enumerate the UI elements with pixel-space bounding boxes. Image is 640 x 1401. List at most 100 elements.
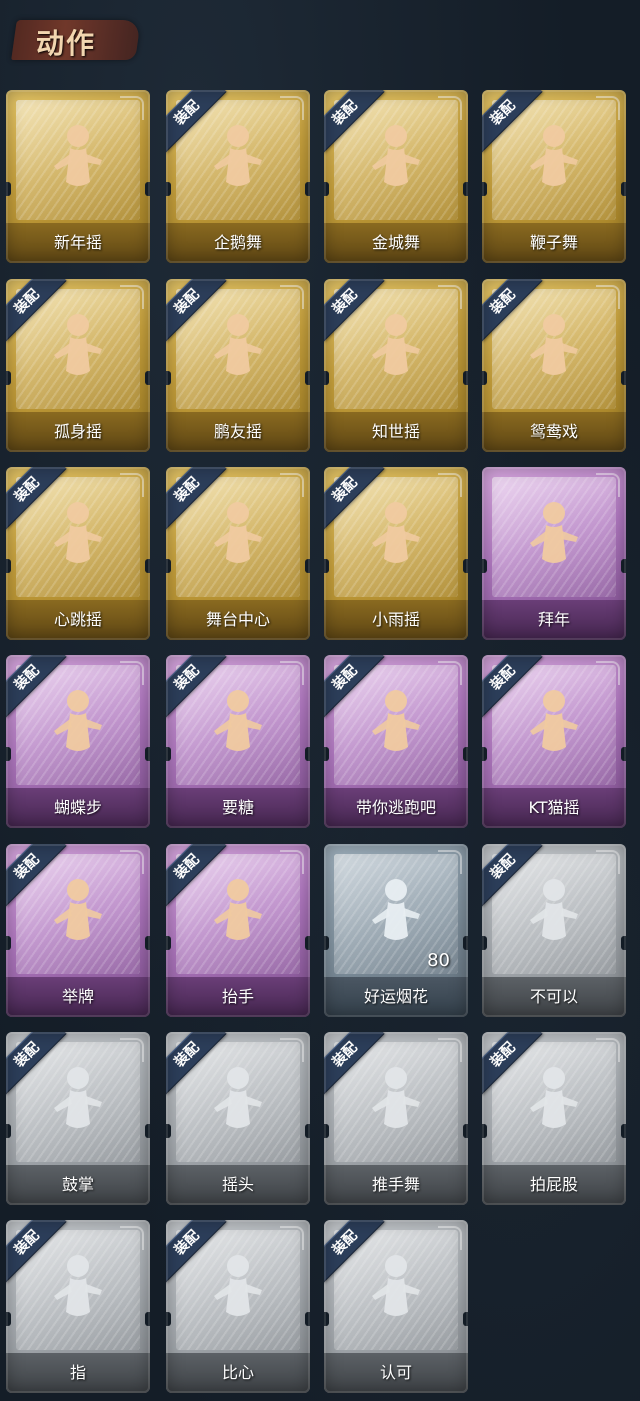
card-side-notch (305, 182, 310, 196)
emote-name: 指 (69, 1363, 86, 1382)
emote-card[interactable]: 舞台中心 装配 (166, 467, 310, 640)
emote-card[interactable]: 要糖 装配 (166, 655, 310, 828)
dance-figure-icon (214, 879, 262, 940)
corner-ornament (120, 661, 144, 685)
emote-card[interactable]: 蝴蝶步 装配 (6, 655, 150, 828)
card-side-notch (324, 1124, 329, 1138)
dance-figure-icon (214, 314, 262, 375)
emote-card[interactable]: 比心 装配 (166, 1220, 310, 1393)
emote-name: 新年摇 (53, 233, 102, 252)
emote-card[interactable]: 心跳摇 装配 (6, 467, 150, 640)
dance-figure-icon (54, 314, 102, 375)
emote-card[interactable]: 鸳鸯戏 装配 (482, 279, 626, 452)
dance-figure-icon (54, 1067, 102, 1128)
card-side-notch (324, 371, 329, 385)
dance-figure-icon (372, 1067, 420, 1128)
corner-ornament (596, 850, 620, 874)
corner-ornament (596, 661, 620, 685)
card-side-notch (145, 1312, 150, 1326)
card-side-notch (6, 371, 11, 385)
dance-figure-icon (372, 314, 420, 375)
card-side-notch (463, 747, 468, 761)
card-side-notch (324, 747, 329, 761)
card-side-notch (6, 182, 11, 196)
card-side-notch (305, 559, 310, 573)
emote-card[interactable]: 指装配 (6, 1220, 150, 1393)
emote-card[interactable]: 新年摇 (6, 90, 150, 263)
emote-card[interactable]: 知世摇 装配 (324, 279, 468, 452)
card-side-notch (621, 559, 626, 573)
card-side-notch (482, 936, 487, 950)
card-side-notch (166, 559, 171, 573)
card-side-notch (305, 747, 310, 761)
section-header: 动作 (11, 14, 141, 66)
emote-name: 孤身摇 (53, 422, 102, 441)
emote-name: 比心 (221, 1363, 254, 1382)
emote-card[interactable]: 推手舞 装配 (324, 1032, 468, 1205)
emote-card[interactable]: 拜年 (482, 467, 626, 640)
card-side-notch (621, 1124, 626, 1138)
corner-ornament (438, 96, 462, 120)
card-side-notch (324, 936, 329, 950)
emote-grid: 新年摇 企鹅舞 装配 金城舞 装配 鞭子舞 装配孤身摇 装配 鹏友摇 装配 知世摇 装配 鸳鸯戏 装配心跳… (6, 90, 640, 1401)
emote-name: 认可 (379, 1363, 412, 1382)
card-side-notch (6, 747, 11, 761)
emote-card[interactable]: 鼓掌 装配 (6, 1032, 150, 1205)
dance-figure-icon (530, 502, 578, 563)
emote-name: KT猫摇 (528, 798, 580, 817)
card-side-notch (324, 1312, 329, 1326)
card-side-notch (166, 182, 171, 196)
emote-card[interactable]: 带你逃跑吧 装配 (324, 655, 468, 828)
dance-figure-icon (530, 690, 578, 751)
corner-ornament (280, 96, 304, 120)
card-side-notch (482, 371, 487, 385)
emote-card[interactable]: 抬手 装配 (166, 844, 310, 1017)
emote-card[interactable]: 拍屁股 装配 (482, 1032, 626, 1205)
corner-ornament (280, 1038, 304, 1062)
card-side-notch (621, 747, 626, 761)
emote-name: 小雨摇 (371, 610, 420, 629)
corner-ornament (120, 850, 144, 874)
dance-figure-icon (54, 690, 102, 751)
corner-ornament (438, 1226, 462, 1250)
card-side-notch (463, 371, 468, 385)
emote-card[interactable]: 鞭子舞 装配 (482, 90, 626, 263)
corner-ornament (438, 850, 462, 874)
dance-figure-icon (214, 690, 262, 751)
emote-card[interactable]: 小雨摇 装配 (324, 467, 468, 640)
card-side-notch (463, 936, 468, 950)
card-side-notch (482, 1124, 487, 1138)
emote-card[interactable]: 孤身摇 装配 (6, 279, 150, 452)
corner-ornament (596, 96, 620, 120)
emote-card[interactable]: 举牌 装配 (6, 844, 150, 1017)
card-side-notch (145, 559, 150, 573)
card-side-notch (6, 1312, 11, 1326)
card-side-notch (145, 936, 150, 950)
corner-ornament (596, 1038, 620, 1062)
emote-card[interactable]: 好运烟花 80 (324, 844, 468, 1017)
dance-figure-icon (372, 879, 420, 940)
dance-figure-icon (530, 1067, 578, 1128)
emote-card[interactable]: KT猫摇 装配 (482, 655, 626, 828)
emote-card[interactable]: 企鹅舞 装配 (166, 90, 310, 263)
card-side-notch (305, 936, 310, 950)
emote-card[interactable]: 鹏友摇 装配 (166, 279, 310, 452)
emote-name: 要糖 (221, 798, 254, 817)
card-side-notch (482, 559, 487, 573)
emote-card[interactable]: 摇头 装配 (166, 1032, 310, 1205)
dance-figure-icon (214, 1255, 262, 1316)
dance-figure-icon (54, 125, 102, 186)
corner-ornament (280, 473, 304, 497)
corner-ornament (120, 96, 144, 120)
emote-card[interactable]: 认可 装配 (324, 1220, 468, 1393)
dance-figure-icon (214, 502, 262, 563)
card-side-notch (166, 371, 171, 385)
emote-card[interactable]: 金城舞 装配 (324, 90, 468, 263)
corner-ornament (596, 285, 620, 309)
emote-name: 拜年 (537, 610, 570, 629)
emote-card[interactable]: 不可以 装配 (482, 844, 626, 1017)
dance-figure-icon (214, 125, 262, 186)
card-side-notch (463, 1312, 468, 1326)
card-side-notch (166, 1312, 171, 1326)
card-side-notch (166, 1124, 171, 1138)
